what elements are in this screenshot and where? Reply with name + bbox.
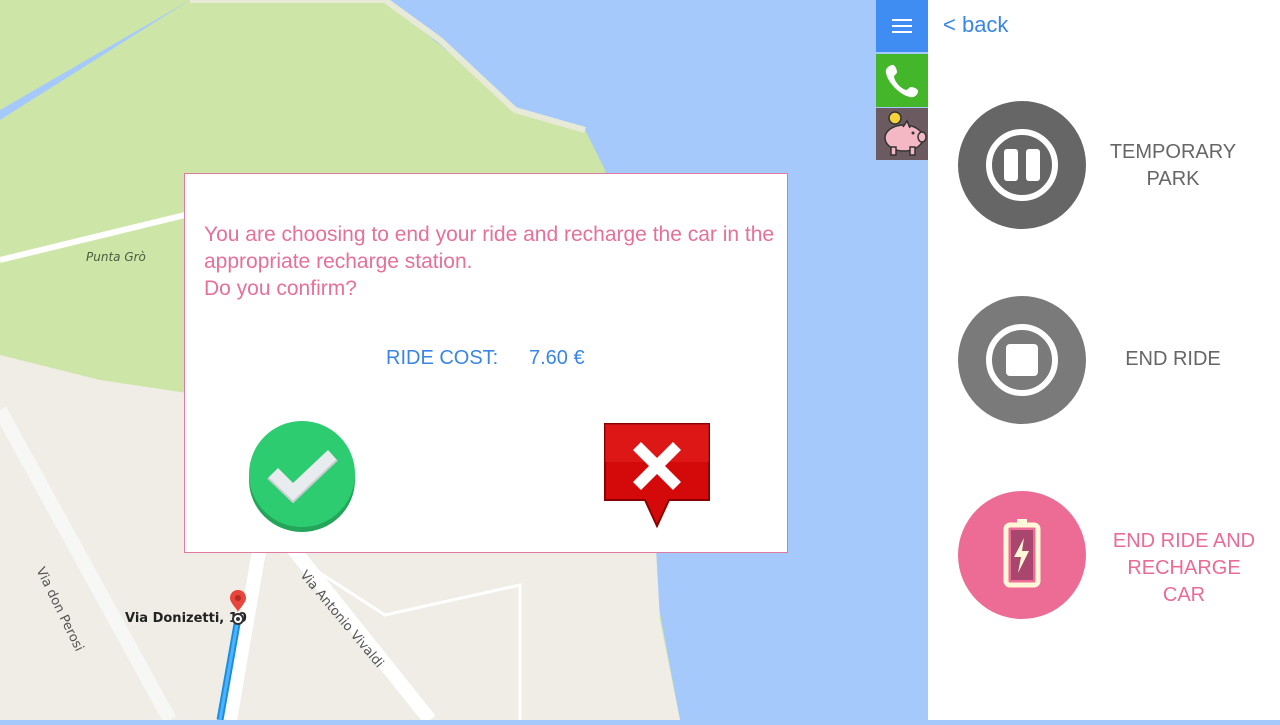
map-label-punta-gro: Punta Grò xyxy=(86,250,146,264)
end-ride-recharge-button[interactable]: END RIDE AND RECHARGE CAR xyxy=(958,491,1280,619)
end-ride-button[interactable]: END RIDE xyxy=(958,296,1280,424)
checkmark-icon xyxy=(249,421,355,532)
wallet-button[interactable] xyxy=(876,108,928,160)
ride-cost-label: RIDE COST: xyxy=(386,347,499,369)
map-pin-icon[interactable] xyxy=(228,590,250,630)
dialog-message: You are choosing to end your ride and re… xyxy=(204,221,779,302)
phone-icon xyxy=(885,64,919,97)
temporary-park-circle xyxy=(958,101,1086,229)
temporary-park-button[interactable]: TEMPORARY PARK xyxy=(958,101,1280,229)
end-ride-recharge-circle xyxy=(958,491,1086,619)
back-link[interactable]: < back xyxy=(943,12,1008,38)
piggy-bank-icon xyxy=(884,111,927,156)
dialog-message-line2: Do you confirm? xyxy=(204,277,357,300)
confirm-button[interactable] xyxy=(248,420,356,532)
temporary-park-label: TEMPORARY PARK xyxy=(1109,141,1237,190)
end-ride-label: END RIDE xyxy=(1125,348,1221,370)
pause-icon xyxy=(986,129,1058,201)
hamburger-menu-icon xyxy=(892,19,912,33)
battery-charge-icon xyxy=(1003,519,1041,588)
dialog-message-line1: You are choosing to end your ride and re… xyxy=(204,223,775,273)
close-icon xyxy=(604,423,710,529)
call-button[interactable] xyxy=(876,54,928,107)
end-ride-circle xyxy=(958,296,1086,424)
stop-icon xyxy=(986,324,1058,396)
menu-button[interactable] xyxy=(876,0,928,52)
side-panel: < back TEMPORARY PARK END RIDE END RIDE … xyxy=(928,0,1280,720)
ride-cost-value: 7.60 € xyxy=(529,347,585,369)
end-ride-recharge-label: END RIDE AND RECHARGE CAR xyxy=(1112,530,1256,606)
cancel-button[interactable] xyxy=(603,422,711,530)
confirm-dialog: You are choosing to end your ride and re… xyxy=(184,173,788,553)
